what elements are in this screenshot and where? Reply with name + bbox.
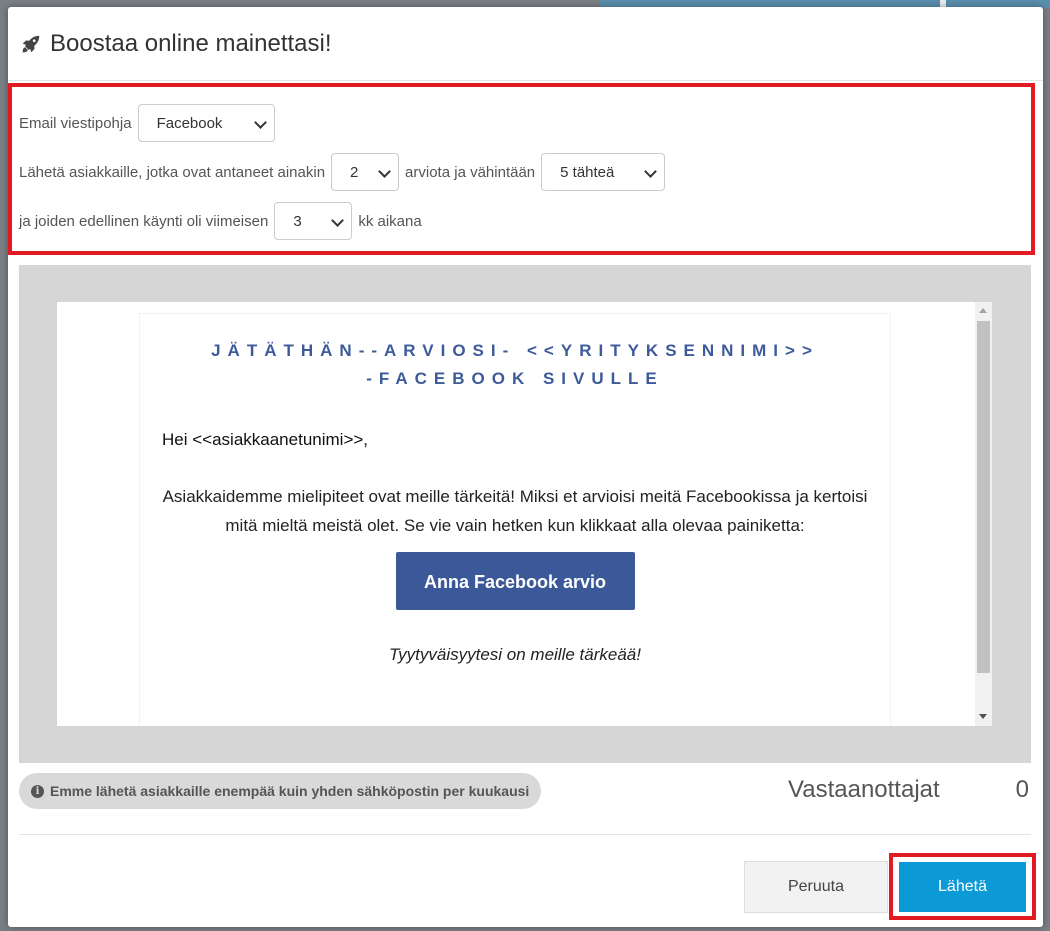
months-value: 3 <box>293 212 302 230</box>
footer-divider <box>19 834 1031 835</box>
email-greeting: Hei <<asiakkaanetunimi>>, <box>162 430 369 449</box>
email-heading: JÄTÄTHÄN--ARVIOSI- <<YRITYKSENNIMI>> -FA… <box>140 337 890 393</box>
facebook-review-button[interactable]: Anna Facebook arvio <box>395 552 635 610</box>
send-button[interactable]: Lähetä <box>899 862 1026 912</box>
chevron-down-icon <box>378 165 391 178</box>
info-notice: i Emme lähetä asiakkaille enempää kuin y… <box>19 773 542 809</box>
visit-suffix-text: kk aikana <box>358 212 422 230</box>
min-reviews-value: 2 <box>350 163 359 181</box>
email-preview-area: JÄTÄTHÄN--ARVIOSI- <<YRITYKSENNIMI>> -FA… <box>19 265 1031 763</box>
chevron-down-icon <box>644 165 658 178</box>
reviews-middle-text: arviota ja vähintään <box>405 163 536 181</box>
months-select[interactable]: 3 <box>274 202 353 240</box>
reviews-row: Lähetä asiakkaille, jotka ovat antaneet … <box>19 152 1031 192</box>
template-select[interactable]: Facebook <box>137 104 275 142</box>
min-stars-select[interactable]: 5 tähteä <box>541 153 666 191</box>
info-notice-text: Emme lähetä asiakkaille enempää kuin yhd… <box>50 783 530 799</box>
send-settings-panel: Email viestipohja Facebook Lähetä asiakk… <box>8 83 1035 255</box>
visit-row: ja joiden edellinen käynti oli viimeisen… <box>19 201 1031 241</box>
min-reviews-select[interactable]: 2 <box>331 153 400 191</box>
template-row: Email viestipohja Facebook <box>19 103 1031 143</box>
recipients-label: Vastaanottajat <box>788 776 940 803</box>
email-closing: Tyytyväisyytesi on meille tärkeää! <box>389 645 641 664</box>
email-heading-line2: -FACEBOOK SIVULLE <box>366 369 664 388</box>
email-body: JÄTÄTHÄN--ARVIOSI- <<YRITYKSENNIMI>> -FA… <box>140 314 890 726</box>
scroll-up-arrow-icon[interactable] <box>979 308 987 313</box>
dialog-title-text: Boostaa online mainettasi! <box>50 29 332 57</box>
rocket-icon <box>22 35 40 52</box>
template-label: Email viestipohja <box>19 114 132 132</box>
visit-prefix-text: ja joiden edellinen käynti oli viimeisen <box>19 212 269 230</box>
info-icon: i <box>31 784 44 798</box>
chevron-down-icon <box>331 214 345 227</box>
min-stars-value: 5 tähteä <box>560 163 615 181</box>
boost-dialog: Boostaa online mainettasi! Email viestip… <box>8 7 1043 927</box>
email-message: Asiakkaidemme mielipiteet ovat meille tä… <box>162 487 868 535</box>
chevron-down-icon <box>253 116 267 129</box>
dialog-header: Boostaa online mainettasi! <box>8 7 1043 81</box>
preview-scrollbar[interactable] <box>975 302 992 726</box>
scroll-thumb[interactable] <box>977 321 990 673</box>
recipients-count: 0 <box>1015 776 1029 803</box>
template-select-value: Facebook <box>156 114 223 132</box>
send-button-highlight: Lähetä <box>889 853 1036 920</box>
dialog-title: Boostaa online mainettasi! <box>20 30 332 58</box>
email-preview-frame[interactable]: JÄTÄTHÄN--ARVIOSI- <<YRITYKSENNIMI>> -FA… <box>57 302 992 726</box>
scroll-down-arrow-icon[interactable] <box>979 714 987 719</box>
cancel-button[interactable]: Peruuta <box>744 861 888 913</box>
reviews-prefix-text: Lähetä asiakkaille, jotka ovat antaneet … <box>19 163 326 181</box>
email-heading-line1: JÄTÄTHÄN--ARVIOSI- <<YRITYKSENNIMI>> <box>211 341 819 360</box>
